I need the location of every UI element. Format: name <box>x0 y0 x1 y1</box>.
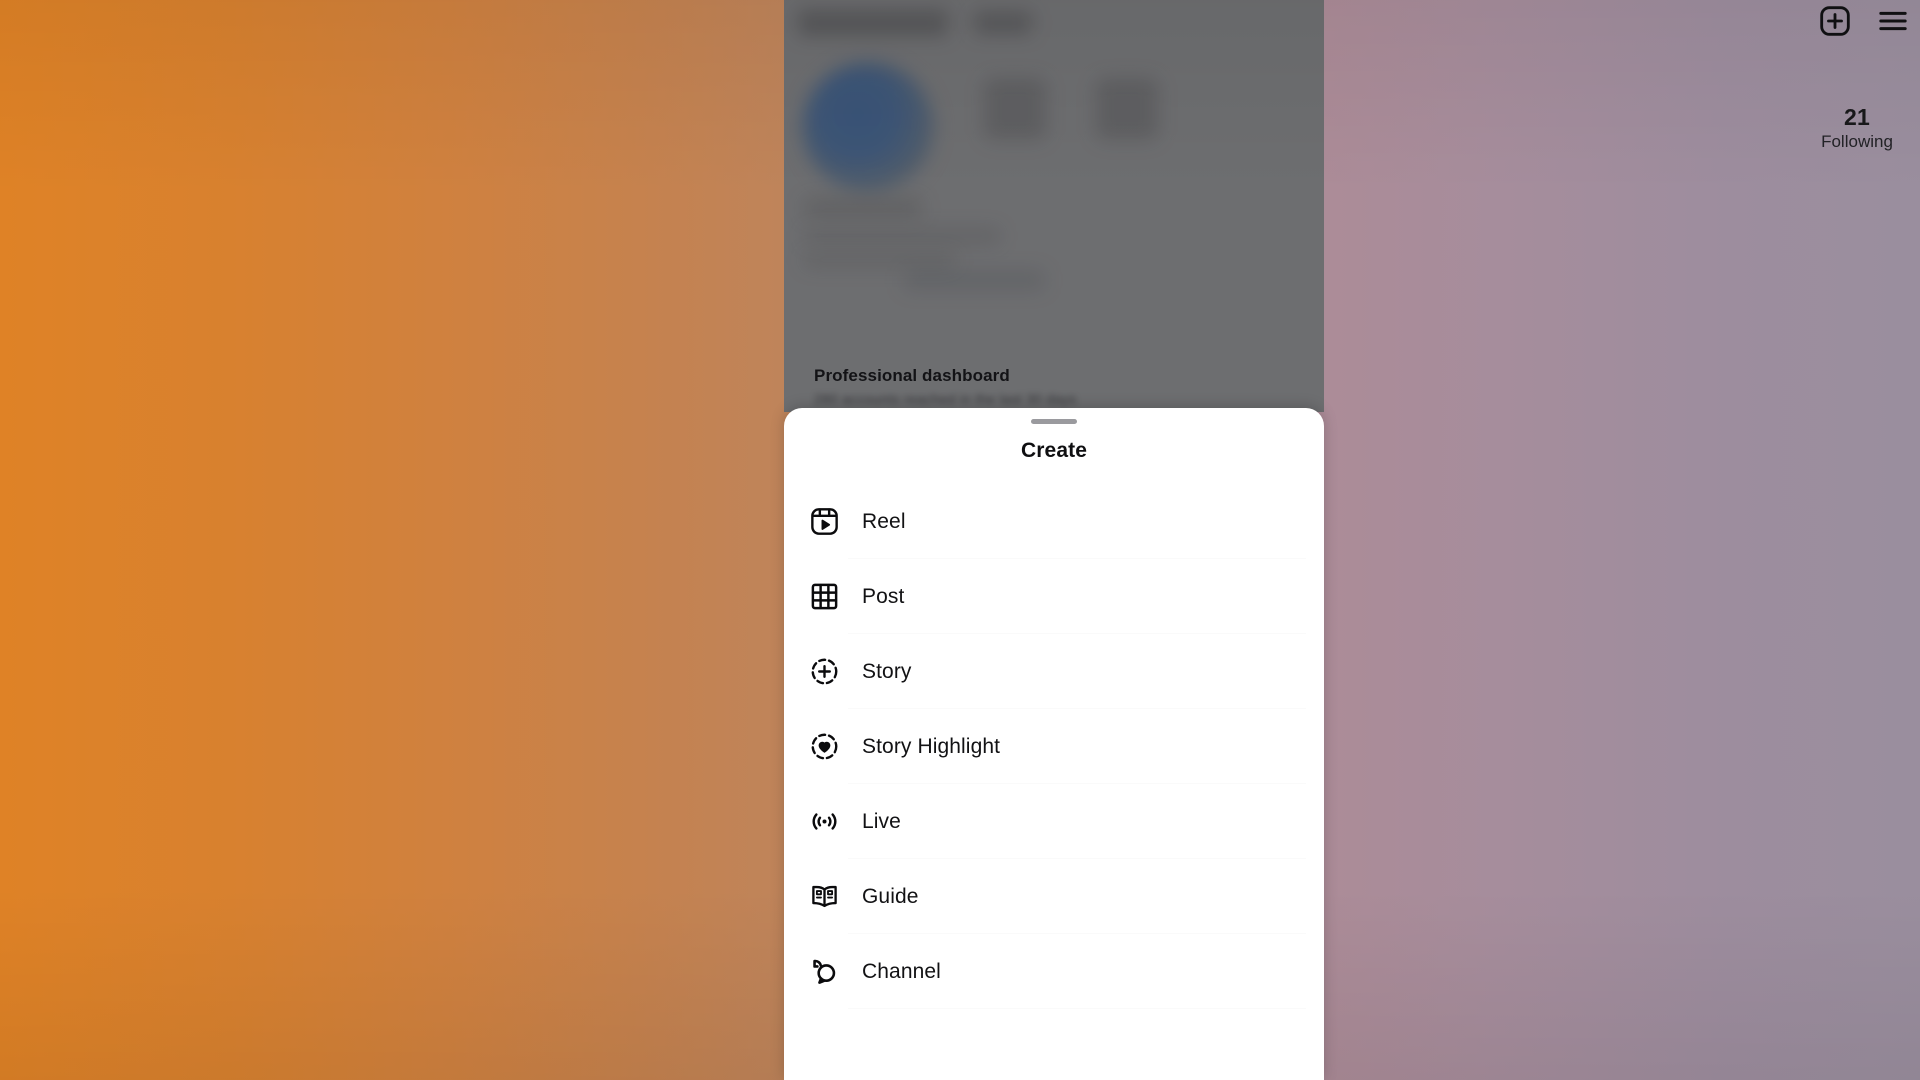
create-sheet-title: Create <box>1021 439 1087 462</box>
screen-root: 21 Following Professional dashboard 280 … <box>0 0 1920 1080</box>
channel-bubbles-icon <box>802 956 846 987</box>
profile-top-actions <box>1818 4 1910 38</box>
create-option-story[interactable]: Story <box>784 634 1324 709</box>
create-option-label: Reel <box>862 510 906 533</box>
create-bottom-sheet: Create Reel Post Story Story Highlight L… <box>784 408 1324 1080</box>
create-option-reel[interactable]: Reel <box>784 484 1324 559</box>
post-grid-icon <box>802 581 846 612</box>
create-option-label: Channel <box>862 960 941 983</box>
row-separator <box>848 1008 1306 1009</box>
professional-dashboard-card[interactable]: Professional dashboard 280 accounts reac… <box>784 352 1324 412</box>
create-option-story-highlight[interactable]: Story Highlight <box>784 709 1324 784</box>
create-option-label: Live <box>862 810 901 833</box>
story-highlight-heart-icon <box>802 731 846 762</box>
menu-icon[interactable] <box>1876 4 1910 38</box>
create-option-channel[interactable]: Channel <box>784 934 1324 1009</box>
following-label: Following <box>1821 132 1893 152</box>
professional-dashboard-subtitle: 280 accounts reached in the last 30 days <box>814 391 1077 407</box>
create-options-list: Reel Post Story Story Highlight Live Gui… <box>784 484 1324 1009</box>
professional-dashboard-title: Professional dashboard <box>814 366 1010 385</box>
new-post-icon[interactable] <box>1818 4 1852 38</box>
create-option-live[interactable]: Live <box>784 784 1324 859</box>
create-option-post[interactable]: Post <box>784 559 1324 634</box>
create-option-guide[interactable]: Guide <box>784 859 1324 934</box>
reel-icon <box>802 506 846 537</box>
create-option-label: Story Highlight <box>862 735 1001 758</box>
guide-book-icon <box>802 881 846 912</box>
sheet-drag-handle[interactable] <box>1031 419 1077 424</box>
create-option-label: Guide <box>862 885 919 908</box>
dim-scrim <box>784 0 1324 412</box>
create-option-label: Story <box>862 660 912 683</box>
story-plus-icon <box>802 656 846 687</box>
following-stat[interactable]: 21 Following <box>1808 104 1906 152</box>
following-count: 21 <box>1844 104 1870 130</box>
live-broadcast-icon <box>802 806 846 837</box>
create-option-label: Post <box>862 585 905 608</box>
